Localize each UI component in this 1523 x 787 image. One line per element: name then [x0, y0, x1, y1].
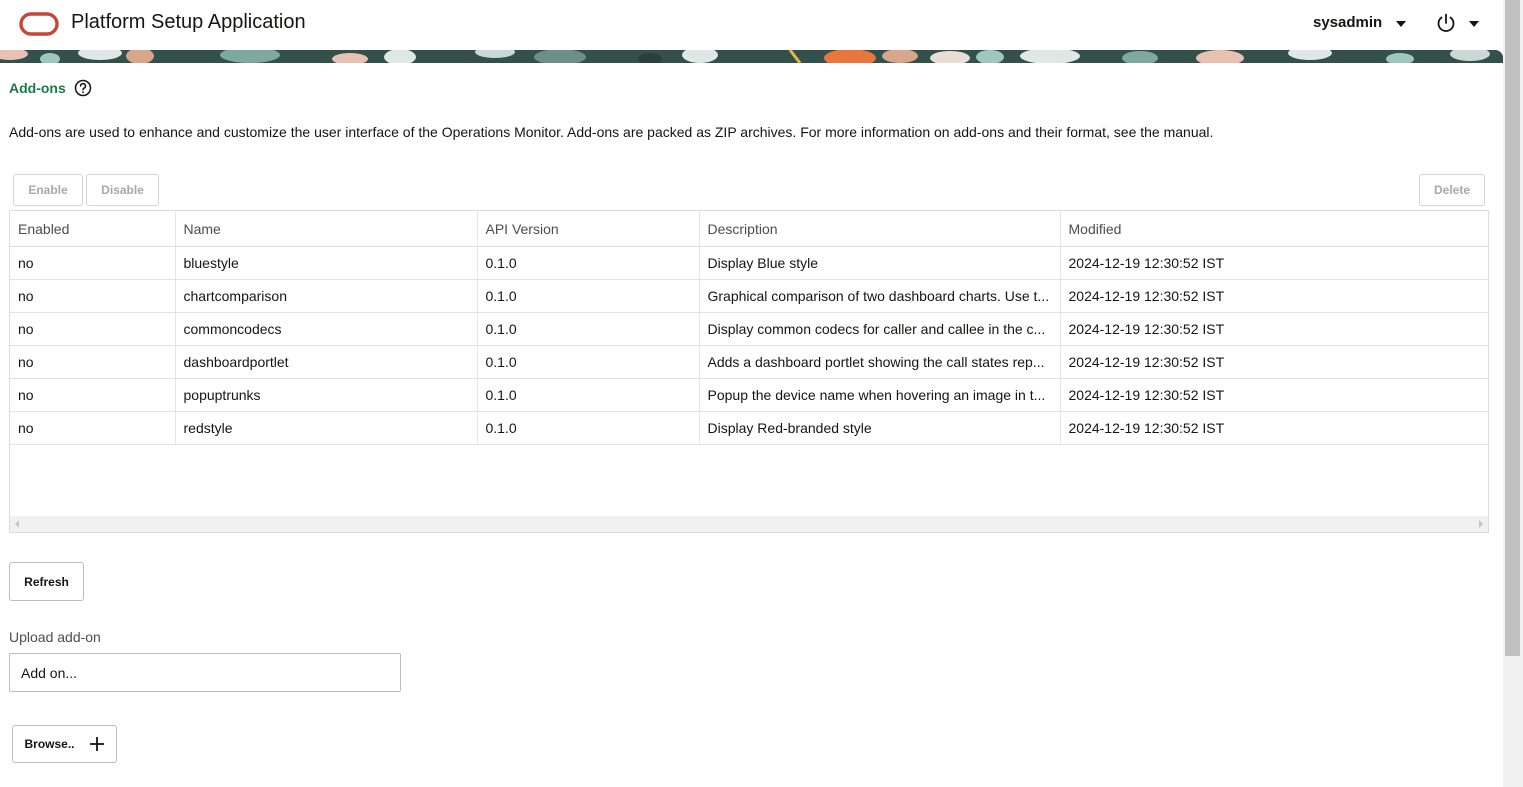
cell-modified: 2024-12-19 12:30:52 IST — [1059, 345, 1488, 379]
cell-description: Display Red-branded style — [698, 411, 1060, 445]
column-header-enabled[interactable]: Enabled — [10, 211, 175, 247]
upload-label: Upload add-on — [9, 629, 101, 645]
scrollbar-thumb[interactable] — [1505, 0, 1520, 656]
help-circle-icon[interactable] — [74, 79, 92, 97]
chevron-down-icon — [1469, 21, 1479, 27]
table-row[interactable]: no commoncodecs 0.1.0 Display common cod… — [10, 312, 1488, 346]
cell-modified: 2024-12-19 12:30:52 IST — [1059, 246, 1488, 280]
disable-button[interactable]: Disable — [86, 174, 159, 206]
cell-api-version: 0.1.0 — [476, 345, 699, 379]
cell-description: Graphical comparison of two dashboard ch… — [698, 279, 1060, 313]
table-row[interactable]: no chartcomparison 0.1.0 Graphical compa… — [10, 279, 1488, 313]
intro-text: Add-ons are used to enhance and customiz… — [9, 124, 1214, 140]
app-title: Platform Setup Application — [71, 11, 306, 33]
horizontal-scrollbar[interactable] — [10, 516, 1488, 532]
table-row[interactable]: no popuptrunks 0.1.0 Popup the device na… — [10, 378, 1488, 412]
refresh-button[interactable]: Refresh — [9, 562, 84, 601]
column-header-description[interactable]: Description — [698, 211, 1060, 247]
cell-enabled: no — [10, 378, 175, 412]
cell-name: chartcomparison — [174, 279, 477, 313]
power-icon — [1437, 13, 1455, 32]
table-row[interactable]: no redstyle 0.1.0 Display Red-branded st… — [10, 411, 1488, 445]
cell-api-version: 0.1.0 — [476, 312, 699, 346]
cell-enabled: no — [10, 279, 175, 313]
cell-name: redstyle — [174, 411, 477, 445]
table-header-row: Enabled Name API Version Description Mod… — [10, 211, 1488, 247]
cell-api-version: 0.1.0 — [476, 378, 699, 412]
scroll-left-icon[interactable] — [15, 520, 19, 528]
cell-enabled: no — [10, 411, 175, 445]
addons-table: Enabled Name API Version Description Mod… — [9, 210, 1489, 533]
cell-description: Display Blue style — [698, 246, 1060, 280]
browse-button-label: Browse.. — [24, 737, 75, 751]
cell-description: Adds a dashboard portlet showing the cal… — [698, 345, 1060, 379]
cell-enabled: no — [10, 345, 175, 379]
cell-enabled: no — [10, 246, 175, 280]
app-header: Platform Setup Application sysadmin — [0, 0, 1503, 50]
browse-button[interactable]: Browse.. — [12, 725, 117, 763]
cell-description: Popup the device name when hovering an i… — [698, 378, 1060, 412]
table-row[interactable]: no dashboardportlet 0.1.0 Adds a dashboa… — [10, 345, 1488, 379]
column-header-modified[interactable]: Modified — [1059, 211, 1488, 247]
cell-api-version: 0.1.0 — [476, 411, 699, 445]
cell-name: commoncodecs — [174, 312, 477, 346]
plus-icon — [89, 737, 104, 751]
user-name: sysadmin — [1313, 14, 1383, 31]
cell-modified: 2024-12-19 12:30:52 IST — [1059, 312, 1488, 346]
cell-description: Display common codecs for caller and cal… — [698, 312, 1060, 346]
user-menu[interactable]: sysadmin — [1313, 14, 1407, 31]
cell-modified: 2024-12-19 12:30:52 IST — [1059, 411, 1488, 445]
scroll-right-icon[interactable] — [1479, 520, 1483, 528]
header-banner — [0, 50, 1503, 63]
delete-button[interactable]: Delete — [1419, 174, 1485, 206]
power-menu[interactable] — [1435, 12, 1479, 34]
cell-api-version: 0.1.0 — [476, 246, 699, 280]
column-header-api-version[interactable]: API Version — [476, 211, 699, 247]
cell-name: bluestyle — [174, 246, 477, 280]
enable-button[interactable]: Enable — [13, 174, 83, 206]
upload-addon-input[interactable] — [9, 653, 401, 692]
cell-name: dashboardportlet — [174, 345, 477, 379]
cell-modified: 2024-12-19 12:30:52 IST — [1059, 378, 1488, 412]
column-header-name[interactable]: Name — [174, 211, 477, 247]
cell-modified: 2024-12-19 12:30:52 IST — [1059, 279, 1488, 313]
oracle-logo-icon — [19, 12, 59, 36]
chevron-down-icon — [1396, 20, 1407, 27]
cell-enabled: no — [10, 312, 175, 346]
cell-api-version: 0.1.0 — [476, 279, 699, 313]
page-title: Add-ons — [9, 80, 66, 96]
vertical-scrollbar[interactable] — [1503, 0, 1523, 787]
table-row[interactable]: no bluestyle 0.1.0 Display Blue style 20… — [10, 246, 1488, 280]
cell-name: popuptrunks — [174, 378, 477, 412]
